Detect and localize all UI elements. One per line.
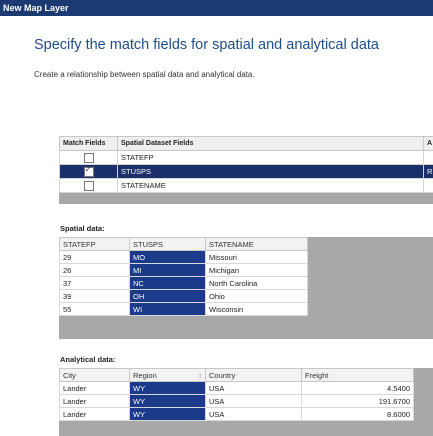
match-grid-header: Match Fields Spatial Dataset Fields A — [59, 136, 433, 151]
table-row: Lander WY USA 191.6700 — [59, 394, 414, 408]
match-checkbox-statename[interactable] — [83, 180, 94, 191]
spatial-field-cell: STATEFP — [117, 150, 424, 165]
match-checkbox-stusps[interactable] — [83, 166, 94, 177]
cell-statefp: 55 — [59, 302, 130, 316]
cell-country: USA — [205, 394, 302, 408]
cell-statename: Wisconsin — [205, 302, 308, 316]
analytical-field-cell[interactable] — [423, 150, 433, 165]
cell-freight: 191.6700 — [301, 394, 414, 408]
cell-statefp: 29 — [59, 250, 130, 264]
table-row: 26 MI Michigan — [59, 263, 308, 277]
column-header-city[interactable]: City — [59, 368, 130, 382]
table-row: 37 NC North Carolina — [59, 276, 308, 290]
cell-statename: Ohio — [205, 289, 308, 303]
cell-stusps: WI — [129, 302, 206, 316]
spatial-field-cell: STUSPS — [117, 164, 424, 179]
match-checkbox-cell[interactable] — [59, 178, 118, 193]
match-row-statefp[interactable]: STATEFP — [59, 150, 433, 165]
sort-icon: ↕ — [198, 370, 202, 380]
spatial-data-label: Spatial data: — [60, 224, 105, 233]
cell-freight: 4.5400 — [301, 381, 414, 395]
cell-stusps: MI — [129, 263, 206, 277]
column-header-freight[interactable]: Freight — [301, 368, 414, 382]
cell-statename: North Carolina — [205, 276, 308, 290]
cell-freight: 8.6000 — [301, 407, 414, 421]
cell-statefp: 26 — [59, 263, 130, 277]
cell-city: Lander — [59, 394, 130, 408]
spatial-grid-header: STATEFP STUSPS STATENAME — [59, 237, 308, 251]
cell-statefp: 37 — [59, 276, 130, 290]
cell-region: WY — [129, 394, 206, 408]
column-header-match-fields[interactable]: Match Fields — [59, 136, 118, 151]
match-checkbox-cell[interactable] — [59, 150, 118, 165]
column-header-region[interactable]: Region ↕ — [129, 368, 206, 382]
table-row: 29 MO Missouri — [59, 250, 308, 264]
analytical-grid-header: City Region ↕ Country Freight — [59, 368, 414, 382]
cell-country: USA — [205, 407, 302, 421]
window-title: New Map Layer — [3, 3, 69, 13]
column-header-spatial-dataset-fields[interactable]: Spatial Dataset Fields — [117, 136, 424, 151]
cell-city: Lander — [59, 407, 130, 421]
analytical-data-label: Analytical data: — [60, 355, 116, 364]
cell-region: WY — [129, 407, 206, 421]
cell-region: WY — [129, 381, 206, 395]
column-header-statefp[interactable]: STATEFP — [59, 237, 130, 251]
cell-statefp: 39 — [59, 289, 130, 303]
window-title-bar: New Map Layer — [0, 0, 433, 16]
table-row: 55 WI Wisconsin — [59, 302, 308, 316]
analytical-field-cell[interactable] — [423, 178, 433, 193]
match-row-statename[interactable]: STATENAME — [59, 178, 433, 193]
cell-country: USA — [205, 381, 302, 395]
analytical-data-grid: City Region ↕ Country Freight Lander WY U… — [59, 368, 433, 436]
match-checkbox-cell[interactable] — [59, 164, 118, 179]
table-row: Lander WY USA 4.5400 — [59, 381, 414, 395]
match-row-stusps[interactable]: STUSPS R — [59, 164, 433, 179]
spatial-data-grid: STATEFP STUSPS STATENAME 29 MO Missouri … — [59, 237, 433, 339]
match-fields-grid: Match Fields Spatial Dataset Fields A ST… — [59, 136, 433, 204]
column-header-analytical-fields[interactable]: A — [423, 136, 433, 151]
analytical-field-dropdown[interactable]: R — [423, 164, 433, 179]
match-checkbox-statefp[interactable] — [83, 152, 94, 163]
table-row: Lander WY USA 8.6000 — [59, 407, 414, 421]
cell-city: Lander — [59, 381, 130, 395]
page-heading: Specify the match fields for spatial and… — [34, 37, 379, 53]
page-description: Create a relationship between spatial da… — [34, 70, 255, 79]
column-header-stusps[interactable]: STUSPS — [129, 237, 206, 251]
column-header-region-label: Region — [133, 370, 157, 380]
column-header-country[interactable]: Country — [205, 368, 302, 382]
cell-statename: Michigan — [205, 263, 308, 277]
table-row: 39 OH Ohio — [59, 289, 308, 303]
column-header-statename[interactable]: STATENAME — [205, 237, 308, 251]
cell-statename: Missouri — [205, 250, 308, 264]
spatial-field-cell: STATENAME — [117, 178, 424, 193]
cell-stusps: NC — [129, 276, 206, 290]
cell-stusps: OH — [129, 289, 206, 303]
cell-stusps: MO — [129, 250, 206, 264]
